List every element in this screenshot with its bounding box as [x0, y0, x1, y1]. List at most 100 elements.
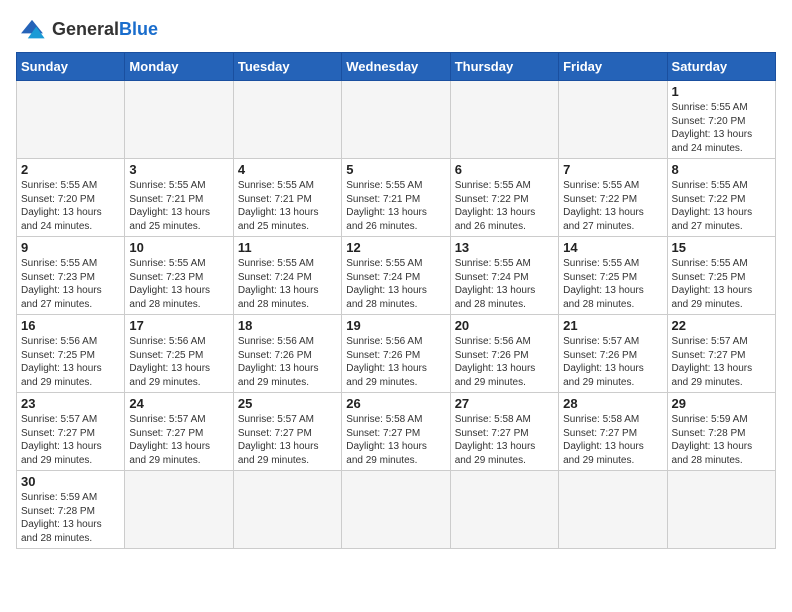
calendar-cell: 25 Sunrise: 5:57 AMSunset: 7:27 PMDayligh… — [233, 393, 341, 471]
day-info: Sunrise: 5:58 AMSunset: 7:27 PMDaylight:… — [455, 413, 554, 467]
calendar-row: 30Sunrise: 5:59 AMSunset: 7:28 PMDayligh… — [17, 471, 776, 549]
day-number: 14 — [563, 240, 662, 255]
calendar-cell — [450, 471, 558, 549]
calendar-cell — [233, 471, 341, 549]
day-info: Sunrise: 5:59 AMSunset: 7:28 PMDaylight:… — [21, 491, 120, 545]
calendar-cell: 8 Sunrise: 5:55 AMSunset: 7:22 PMDaylight… — [667, 159, 775, 237]
day-info: Sunrise: 5:55 AMSunset: 7:23 PMDaylight:… — [21, 257, 120, 311]
calendar-row: 2 Sunrise: 5:55 AMSunset: 7:20 PMDaylight… — [17, 159, 776, 237]
day-info: Sunrise: 5:55 AMSunset: 7:22 PMDaylight:… — [563, 179, 662, 233]
calendar-cell: 7 Sunrise: 5:55 AMSunset: 7:22 PMDaylight… — [559, 159, 667, 237]
day-info: Sunrise: 5:55 AMSunset: 7:21 PMDaylight:… — [129, 179, 228, 233]
day-number: 3 — [129, 162, 228, 177]
day-number: 29 — [672, 396, 771, 411]
day-number: 4 — [238, 162, 337, 177]
day-number: 9 — [21, 240, 120, 255]
day-info: Sunrise: 5:56 AMSunset: 7:25 PMDaylight:… — [21, 335, 120, 389]
day-info: Sunrise: 5:55 AMSunset: 7:25 PMDaylight:… — [563, 257, 662, 311]
calendar-cell: 18 Sunrise: 5:56 AMSunset: 7:26 PMDayligh… — [233, 315, 341, 393]
day-info: Sunrise: 5:57 AMSunset: 7:27 PMDaylight:… — [129, 413, 228, 467]
day-number: 15 — [672, 240, 771, 255]
day-number: 16 — [21, 318, 120, 333]
day-info: Sunrise: 5:56 AMSunset: 7:26 PMDaylight:… — [455, 335, 554, 389]
day-number: 22 — [672, 318, 771, 333]
day-info: Sunrise: 5:57 AMSunset: 7:27 PMDaylight:… — [238, 413, 337, 467]
calendar-cell: 20 Sunrise: 5:56 AMSunset: 7:26 PMDayligh… — [450, 315, 558, 393]
day-info: Sunrise: 5:55 AMSunset: 7:25 PMDaylight:… — [672, 257, 771, 311]
day-info: Sunrise: 5:55 AMSunset: 7:23 PMDaylight:… — [129, 257, 228, 311]
day-info: Sunrise: 5:56 AMSunset: 7:26 PMDaylight:… — [238, 335, 337, 389]
day-number: 19 — [346, 318, 445, 333]
day-number: 5 — [346, 162, 445, 177]
logo-text: GeneralBlue — [52, 20, 158, 40]
day-number: 8 — [672, 162, 771, 177]
calendar-cell: 2 Sunrise: 5:55 AMSunset: 7:20 PMDaylight… — [17, 159, 125, 237]
calendar-cell: 14 Sunrise: 5:55 AMSunset: 7:25 PMDayligh… — [559, 237, 667, 315]
calendar-cell: 3 Sunrise: 5:55 AMSunset: 7:21 PMDaylight… — [125, 159, 233, 237]
day-number: 25 — [238, 396, 337, 411]
calendar-row: 9 Sunrise: 5:55 AMSunset: 7:23 PMDaylight… — [17, 237, 776, 315]
calendar-cell — [125, 471, 233, 549]
weekday-header: Tuesday — [233, 53, 341, 81]
day-number: 1 — [672, 84, 771, 99]
logo: GeneralBlue — [16, 16, 158, 44]
calendar-cell — [342, 471, 450, 549]
day-info: Sunrise: 5:55 AMSunset: 7:20 PMDaylight:… — [21, 179, 120, 233]
calendar-cell — [559, 81, 667, 159]
day-info: Sunrise: 5:58 AMSunset: 7:27 PMDaylight:… — [563, 413, 662, 467]
day-info: Sunrise: 5:55 AMSunset: 7:20 PMDaylight:… — [672, 101, 771, 155]
weekday-header: Saturday — [667, 53, 775, 81]
day-number: 23 — [21, 396, 120, 411]
calendar-cell: 10 Sunrise: 5:55 AMSunset: 7:23 PMDayligh… — [125, 237, 233, 315]
day-number: 7 — [563, 162, 662, 177]
calendar-cell — [125, 81, 233, 159]
calendar-cell — [233, 81, 341, 159]
day-number: 6 — [455, 162, 554, 177]
day-number: 12 — [346, 240, 445, 255]
calendar-row: 16 Sunrise: 5:56 AMSunset: 7:25 PMDayligh… — [17, 315, 776, 393]
calendar-cell: 23 Sunrise: 5:57 AMSunset: 7:27 PMDayligh… — [17, 393, 125, 471]
day-info: Sunrise: 5:57 AMSunset: 7:27 PMDaylight:… — [21, 413, 120, 467]
day-number: 21 — [563, 318, 662, 333]
calendar-cell: 29 Sunrise: 5:59 AMSunset: 7:28 PMDayligh… — [667, 393, 775, 471]
weekday-header: Monday — [125, 53, 233, 81]
weekday-row: SundayMondayTuesdayWednesdayThursdayFrid… — [17, 53, 776, 81]
calendar-body: 1 Sunrise: 5:55 AMSunset: 7:20 PMDaylight… — [17, 81, 776, 549]
day-info: Sunrise: 5:59 AMSunset: 7:28 PMDaylight:… — [672, 413, 771, 467]
calendar-cell: 4 Sunrise: 5:55 AMSunset: 7:21 PMDaylight… — [233, 159, 341, 237]
logo-blue: Blue — [119, 19, 158, 39]
day-info: Sunrise: 5:57 AMSunset: 7:27 PMDaylight:… — [672, 335, 771, 389]
day-info: Sunrise: 5:56 AMSunset: 7:25 PMDaylight:… — [129, 335, 228, 389]
calendar-row: 1 Sunrise: 5:55 AMSunset: 7:20 PMDaylight… — [17, 81, 776, 159]
calendar-cell — [559, 471, 667, 549]
calendar-cell — [450, 81, 558, 159]
calendar-cell: 15 Sunrise: 5:55 AMSunset: 7:25 PMDayligh… — [667, 237, 775, 315]
day-number: 27 — [455, 396, 554, 411]
calendar: SundayMondayTuesdayWednesdayThursdayFrid… — [16, 52, 776, 549]
weekday-header: Thursday — [450, 53, 558, 81]
calendar-cell: 11 Sunrise: 5:55 AMSunset: 7:24 PMDayligh… — [233, 237, 341, 315]
calendar-cell — [17, 81, 125, 159]
day-number: 10 — [129, 240, 228, 255]
calendar-cell: 17Sunrise: 5:56 AMSunset: 7:25 PMDayligh… — [125, 315, 233, 393]
calendar-cell: 24Sunrise: 5:57 AMSunset: 7:27 PMDayligh… — [125, 393, 233, 471]
calendar-cell: 19Sunrise: 5:56 AMSunset: 7:26 PMDayligh… — [342, 315, 450, 393]
day-number: 11 — [238, 240, 337, 255]
calendar-cell: 27 Sunrise: 5:58 AMSunset: 7:27 PMDayligh… — [450, 393, 558, 471]
day-number: 18 — [238, 318, 337, 333]
calendar-cell: 22 Sunrise: 5:57 AMSunset: 7:27 PMDayligh… — [667, 315, 775, 393]
logo-icon — [16, 16, 48, 44]
weekday-header: Sunday — [17, 53, 125, 81]
day-info: Sunrise: 5:55 AMSunset: 7:21 PMDaylight:… — [238, 179, 337, 233]
day-number: 2 — [21, 162, 120, 177]
calendar-row: 23 Sunrise: 5:57 AMSunset: 7:27 PMDayligh… — [17, 393, 776, 471]
page-header: GeneralBlue — [16, 16, 776, 44]
day-info: Sunrise: 5:55 AMSunset: 7:21 PMDaylight:… — [346, 179, 445, 233]
calendar-cell: 21Sunrise: 5:57 AMSunset: 7:26 PMDayligh… — [559, 315, 667, 393]
calendar-cell: 28 Sunrise: 5:58 AMSunset: 7:27 PMDayligh… — [559, 393, 667, 471]
day-info: Sunrise: 5:55 AMSunset: 7:24 PMDaylight:… — [238, 257, 337, 311]
day-number: 20 — [455, 318, 554, 333]
calendar-cell: 16 Sunrise: 5:56 AMSunset: 7:25 PMDayligh… — [17, 315, 125, 393]
day-info: Sunrise: 5:55 AMSunset: 7:22 PMDaylight:… — [672, 179, 771, 233]
day-number: 28 — [563, 396, 662, 411]
